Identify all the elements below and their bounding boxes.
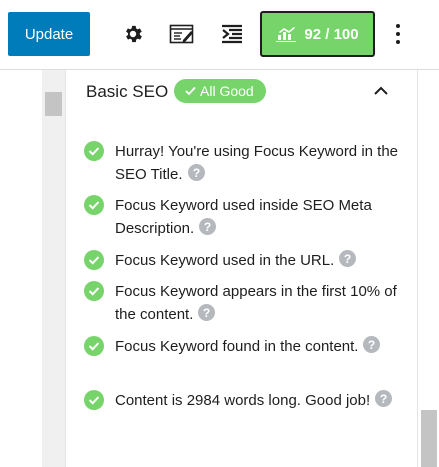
help-icon[interactable]: ? [375,390,393,407]
svg-text:?: ? [344,252,351,266]
svg-text:?: ? [380,392,387,406]
help-icon[interactable]: ? [198,304,216,321]
edit-preview-icon[interactable] [167,19,197,49]
help-icon[interactable]: ? [363,336,381,353]
check-text: Focus Keyword used inside SEO Meta Descr… [115,197,372,237]
check-circle-icon [84,281,104,301]
right-scrollbar[interactable] [417,70,439,467]
check-circle-icon [84,250,104,270]
update-button[interactable]: Update [8,12,90,56]
check-circle-icon [84,141,104,161]
check-circle-icon [84,390,104,410]
svg-text:?: ? [192,166,199,180]
checkmark-icon [185,86,196,96]
check-circle-icon [84,336,104,356]
seo-score-value: 92 / 100 [304,25,359,43]
left-scrollbar-thumb[interactable] [45,92,62,116]
seo-score-button[interactable]: 92 / 100 [260,11,375,57]
check-text: Focus Keyword found in the content.? [115,335,405,358]
check-text: Focus Keyword appears in the first 10% o… [115,283,397,323]
chevron-up-icon[interactable] [372,84,390,98]
svg-text:?: ? [204,220,211,234]
right-scrollbar-thumb[interactable] [421,410,437,467]
check-text: Hurray! You're using Focus Keyword in th… [115,143,399,183]
help-icon[interactable]: ? [187,164,205,181]
rank-math-icon[interactable] [217,19,247,49]
help-icon[interactable]: ? [339,250,357,267]
vertical-ellipsis-icon[interactable] [388,19,408,49]
score-chart-icon [276,27,297,42]
svg-text:?: ? [203,306,210,320]
left-scrollbar[interactable] [42,70,66,467]
editor-toolbar: Update 92 / 100 [0,0,439,70]
check-text: Focus Keyword used in the URL.? [115,249,405,272]
basic-seo-header[interactable]: Basic SEO All Good [66,70,417,114]
help-icon[interactable]: ? [199,218,217,235]
svg-text:?: ? [368,338,375,352]
check-text: Content is 2984 words long. Good job!? [115,389,405,412]
seo-panel: Basic SEO All Good Hurray! You're using … [0,70,439,467]
status-badge-label: All Good [200,83,254,99]
section-title: Basic SEO [86,82,169,101]
status-badge: All Good [174,79,266,103]
gear-icon[interactable] [118,19,148,49]
check-circle-icon [84,195,104,215]
